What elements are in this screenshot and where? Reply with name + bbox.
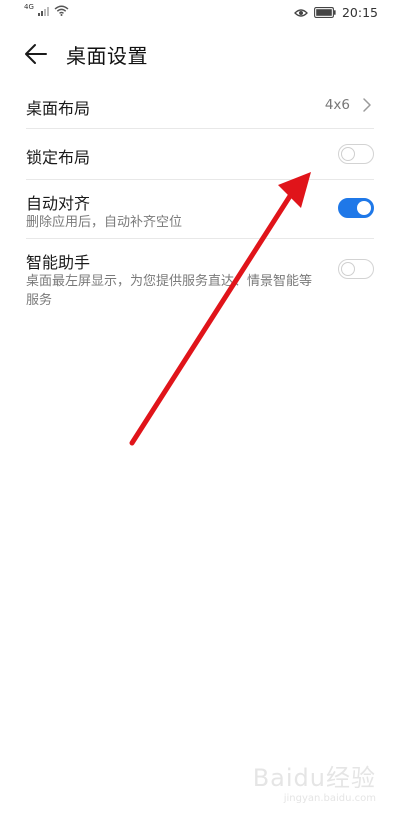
- setting-lock-layout: 锁定布局: [26, 129, 374, 180]
- setting-auto-align: 自动对齐 删除应用后，自动补齐空位: [26, 180, 374, 239]
- lock-layout-label: 锁定布局: [26, 148, 91, 167]
- eye-icon: [294, 8, 308, 17]
- smart-assistant-description: 桌面最左屏显示，为您提供服务直达、情景智能等服务: [26, 274, 313, 308]
- smart-assistant-label: 智能助手: [26, 253, 91, 272]
- smart-assistant-toggle[interactable]: [338, 259, 374, 279]
- chevron-right-icon: [363, 98, 371, 112]
- auto-align-label: 自动对齐: [26, 194, 91, 213]
- wifi-icon: [54, 5, 69, 16]
- toggle-knob: [341, 261, 355, 276]
- desktop-layout-label: 桌面布局: [26, 99, 91, 118]
- status-left: 4G: [24, 2, 69, 16]
- toggle-knob: [341, 146, 355, 161]
- app-header: 桌面设置: [0, 30, 400, 78]
- arrow-left-icon[interactable]: [22, 40, 50, 68]
- status-right: 20:15: [294, 5, 378, 20]
- baidu-watermark: Baidu经验 jingyan.baidu.com: [253, 758, 376, 804]
- status-time: 20:15: [341, 5, 378, 20]
- auto-align-description: 删除应用后，自动补齐空位: [26, 215, 183, 230]
- lock-layout-toggle[interactable]: [338, 144, 374, 164]
- auto-align-toggle[interactable]: [338, 198, 374, 218]
- settings-list: 桌面布局 4x6 锁定布局 自动对齐 删除应用后，自动补齐空位 智能助手 桌面最…: [0, 80, 400, 319]
- watermark-url: jingyan.baidu.com: [283, 793, 376, 804]
- network-type-label: 4G: [24, 2, 34, 11]
- page-title: 桌面设置: [66, 44, 148, 68]
- toggle-knob: [357, 200, 371, 215]
- status-bar: 4G 20:15: [0, 0, 400, 26]
- battery-icon: [314, 7, 336, 18]
- signal-icon: [37, 6, 49, 16]
- desktop-layout-value: 4x6: [324, 97, 350, 113]
- settings-screen: 4G 20:15 桌面设置 桌面布局 4x6 锁定布局 自动对齐 删除应用后，自…: [0, 0, 400, 816]
- watermark-logo: Baidu经验: [252, 764, 376, 792]
- setting-smart-assistant: 智能助手 桌面最左屏显示，为您提供服务直达、情景智能等服务: [26, 239, 374, 319]
- setting-desktop-layout[interactable]: 桌面布局 4x6: [26, 80, 374, 129]
